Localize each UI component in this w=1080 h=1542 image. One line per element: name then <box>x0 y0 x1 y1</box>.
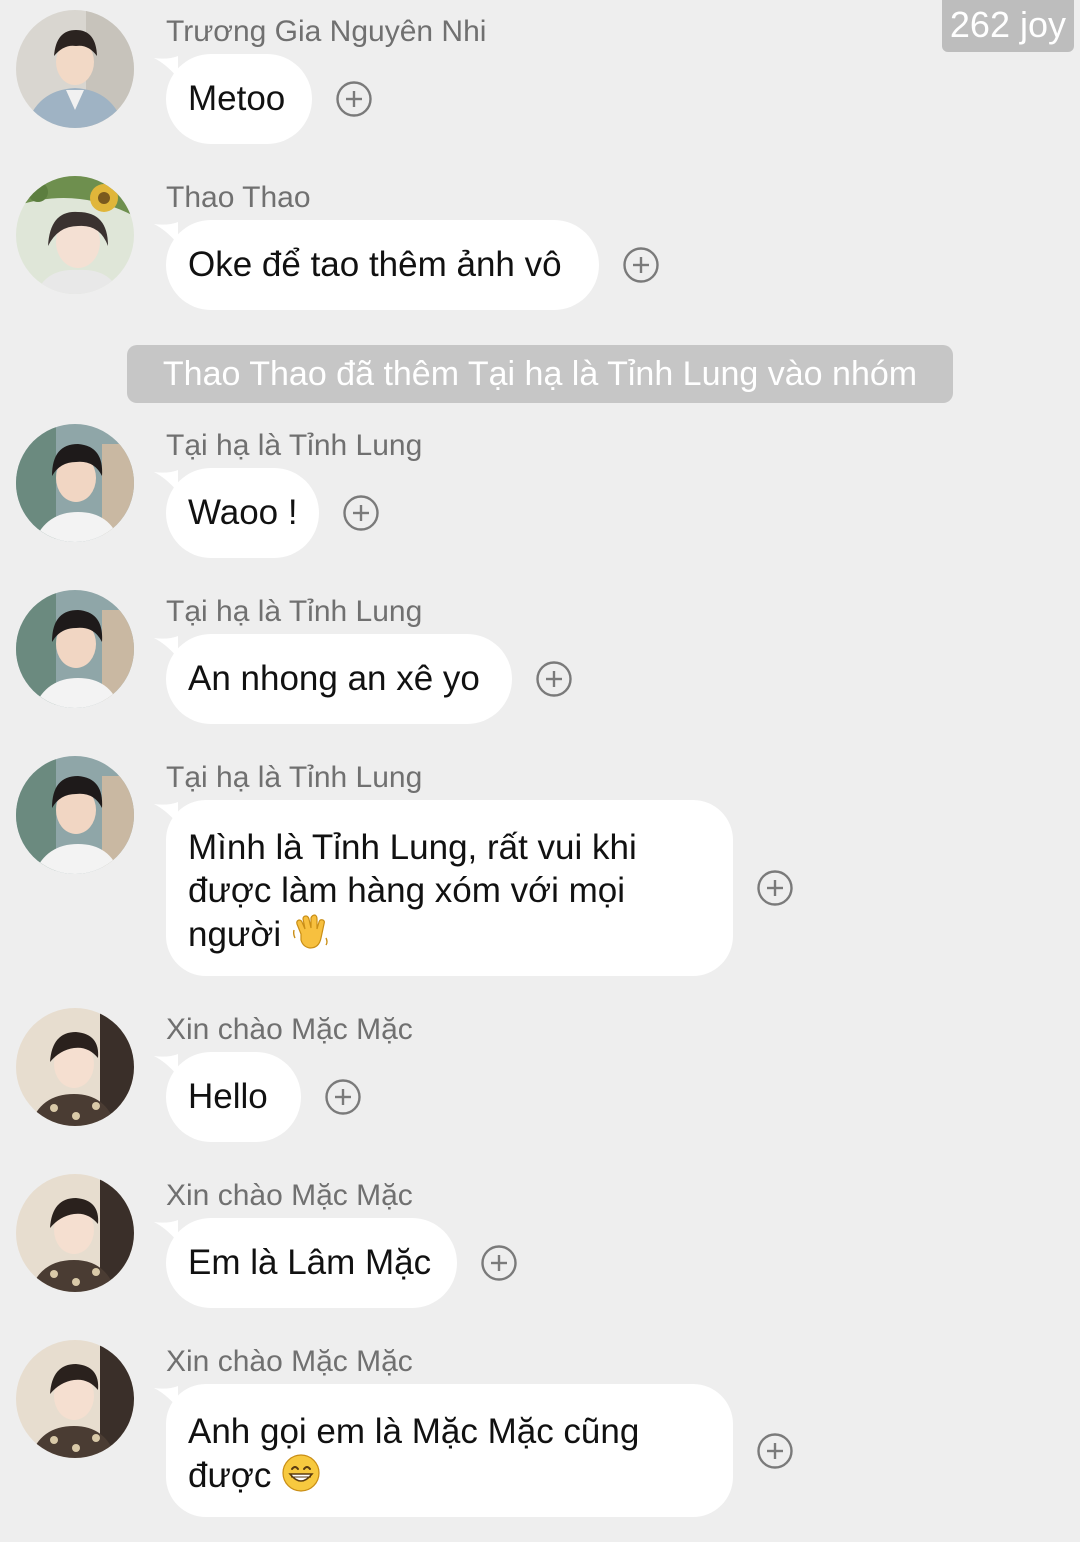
message-row: Xin chào Mặc Mặc Em là Lâm Mặc <box>0 1164 1080 1314</box>
sender-name: Tại hạ là Tỉnh Lung <box>166 761 423 794</box>
message-text: Anh gọi em là Mặc Mặc cũng được <box>188 1412 640 1495</box>
sender-name: Trương Gia Nguyên Nhi <box>166 15 487 48</box>
message-text: An nhong an xê yo <box>188 659 480 698</box>
sender-name: Tại hạ là Tỉnh Lung <box>166 429 423 462</box>
avatar[interactable] <box>16 1340 134 1458</box>
message-bubble[interactable]: Oke để tao thêm ảnh vô <box>166 220 599 310</box>
message-row: Tại hạ là Tỉnh Lung Mình là Tỉnh Lung, r… <box>0 746 1080 986</box>
sender-name: Tại hạ là Tỉnh Lung <box>166 595 423 628</box>
message-row: Xin chào Mặc Mặc Hello <box>0 998 1080 1148</box>
avatar[interactable] <box>16 590 134 708</box>
message-row: Tại hạ là Tỉnh Lung Waoo ! <box>0 414 1080 564</box>
add-reaction-icon[interactable] <box>622 246 660 284</box>
avatar[interactable] <box>16 1008 134 1126</box>
avatar[interactable] <box>16 424 134 542</box>
avatar[interactable] <box>16 1174 134 1292</box>
message-bubble[interactable]: Mình là Tỉnh Lung, rất vui khi được làm … <box>166 800 733 976</box>
message-bubble[interactable]: Em là Lâm Mặc <box>166 1218 457 1308</box>
message-text: Mình là Tỉnh Lung, rất vui khi được làm … <box>188 828 637 954</box>
add-reaction-icon[interactable] <box>480 1244 518 1282</box>
message-row: Trương Gia Nguyên Nhi Metoo <box>0 0 1080 150</box>
add-reaction-icon[interactable] <box>535 660 573 698</box>
message-bubble[interactable]: An nhong an xê yo <box>166 634 512 724</box>
sender-name: Xin chào Mặc Mặc <box>166 1013 413 1046</box>
message-row: Thao Thao Oke để tao thêm ảnh vô <box>0 166 1080 316</box>
avatar[interactable] <box>16 10 134 128</box>
message-row: Tại hạ là Tỉnh Lung An nhong an xê yo <box>0 580 1080 730</box>
add-reaction-icon[interactable] <box>756 869 794 907</box>
message-text: Metoo <box>188 79 286 118</box>
message-text: Em là Lâm Mặc <box>188 1243 432 1282</box>
sender-name: Xin chào Mặc Mặc <box>166 1345 413 1378</box>
message-row: Xin chào Mặc Mặc Anh gọi em là Mặc Mặc c… <box>0 1330 1080 1530</box>
avatar[interactable] <box>16 176 134 294</box>
waving-hand-emoji <box>292 914 328 949</box>
message-bubble[interactable]: Anh gọi em là Mặc Mặc cũng được <box>166 1384 733 1517</box>
add-reaction-icon[interactable] <box>756 1432 794 1470</box>
message-text: Oke để tao thêm ảnh vô <box>188 245 562 284</box>
message-text: Waoo ! <box>188 493 298 532</box>
system-notice: Thao Thao đã thêm Tại hạ là Tỉnh Lung và… <box>127 345 953 403</box>
message-text: Hello <box>188 1077 268 1116</box>
sender-name: Thao Thao <box>166 181 311 214</box>
avatar[interactable] <box>16 756 134 874</box>
sender-name: Xin chào Mặc Mặc <box>166 1179 413 1212</box>
grinning-face-emoji <box>282 1454 320 1492</box>
message-bubble[interactable]: Metoo <box>166 54 312 144</box>
add-reaction-icon[interactable] <box>342 494 380 532</box>
add-reaction-icon[interactable] <box>335 80 373 118</box>
message-bubble[interactable]: Hello <box>166 1052 301 1142</box>
message-bubble[interactable]: Waoo ! <box>166 468 319 558</box>
add-reaction-icon[interactable] <box>324 1078 362 1116</box>
